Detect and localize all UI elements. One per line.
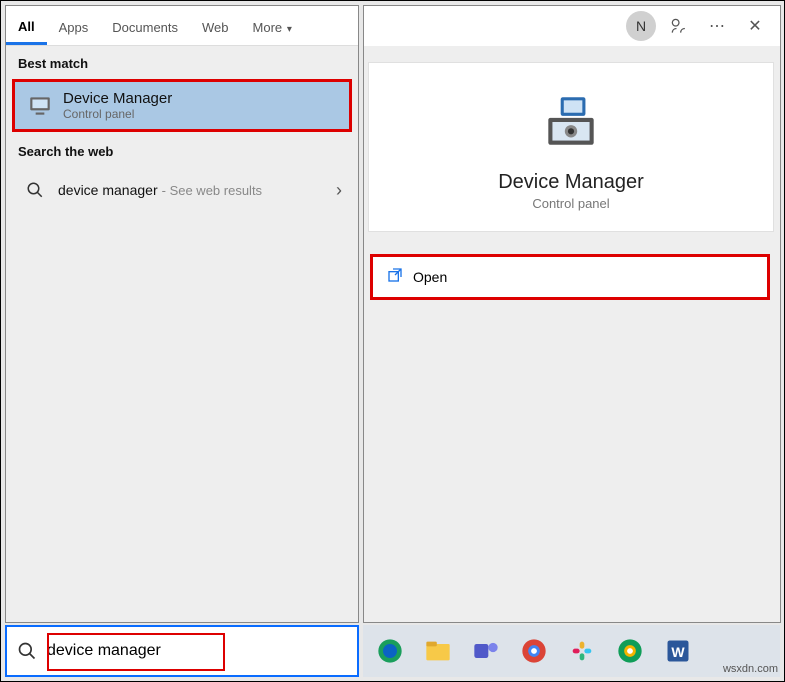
search-tabs: All Apps Documents Web More ▾ (6, 6, 358, 46)
open-icon (387, 267, 403, 287)
tab-apps[interactable]: Apps (47, 10, 101, 43)
best-match-header: Best match (6, 46, 358, 77)
detail-card: Device Manager Control panel (368, 62, 774, 232)
best-match-text: Device Manager Control panel (63, 90, 172, 121)
taskbar: W (363, 625, 780, 677)
taskbar-chrome2-icon[interactable] (613, 634, 647, 668)
tab-more[interactable]: More ▾ (241, 10, 304, 43)
open-label: Open (413, 269, 447, 285)
taskbar-word-icon[interactable]: W (661, 634, 695, 668)
svg-text:W: W (671, 644, 685, 660)
search-input[interactable] (47, 627, 357, 675)
taskbar-slack-icon[interactable] (565, 634, 599, 668)
tab-web[interactable]: Web (190, 10, 241, 43)
search-box[interactable] (5, 625, 359, 677)
more-options-icon[interactable]: ⋯ (702, 11, 732, 41)
search-results-panel: All Apps Documents Web More ▾ Best match… (5, 5, 359, 623)
detail-panel: N ⋯ ✕ Device Manager Control panel Open (363, 5, 781, 623)
device-manager-icon (25, 91, 55, 121)
search-web-header: Search the web (6, 134, 358, 165)
search-icon (20, 175, 50, 205)
chevron-right-icon: › (336, 180, 342, 201)
device-manager-large-icon (536, 87, 606, 157)
best-match-title: Device Manager (63, 90, 172, 107)
tab-all[interactable]: All (6, 9, 47, 45)
close-icon[interactable]: ✕ (740, 11, 770, 41)
search-input-icon (7, 641, 47, 661)
tab-documents[interactable]: Documents (100, 10, 190, 43)
web-result-suffix: - See web results (162, 183, 262, 198)
web-result-title: device manager (58, 182, 158, 198)
web-search-result[interactable]: device manager - See web results › (6, 165, 358, 215)
watermark: wsxdn.com (723, 663, 778, 675)
feedback-icon[interactable] (664, 11, 694, 41)
best-match-result[interactable]: Device Manager Control panel (12, 79, 352, 132)
open-action[interactable]: Open (370, 254, 770, 300)
detail-title: Device Manager (498, 171, 644, 194)
chevron-down-icon: ▾ (284, 24, 292, 35)
user-avatar[interactable]: N (626, 11, 656, 41)
taskbar-explorer-icon[interactable] (421, 634, 455, 668)
detail-header: N ⋯ ✕ (364, 6, 780, 46)
best-match-sub: Control panel (63, 107, 172, 121)
taskbar-chrome-icon[interactable] (517, 634, 551, 668)
taskbar-teams-icon[interactable] (469, 634, 503, 668)
detail-sub: Control panel (532, 196, 609, 211)
taskbar-edge-icon[interactable] (373, 634, 407, 668)
